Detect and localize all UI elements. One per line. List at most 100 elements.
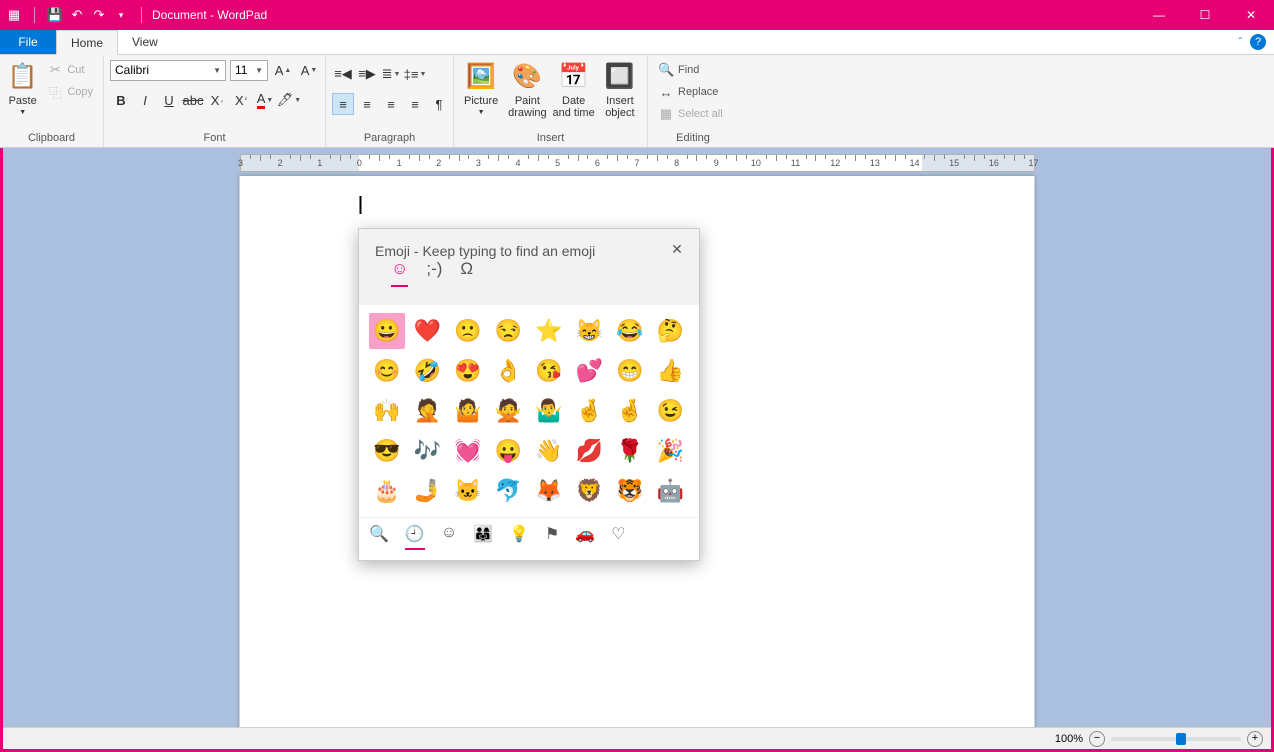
emoji-cell[interactable]: 🙌 [369,393,405,429]
emoji-cell[interactable]: 😁 [612,353,648,389]
line-spacing-button[interactable]: ‡≡▼ [404,63,426,85]
replace-button[interactable]: ↔Replace [654,81,722,103]
align-right-button[interactable]: ≡ [380,93,402,115]
grow-font-button[interactable]: A▲ [272,59,294,81]
emoji-category[interactable]: ☺ [441,524,457,550]
paragraph-dialog-button[interactable]: ¶ [428,93,450,115]
emoji-cell[interactable]: 💕 [572,353,608,389]
emoji-cell[interactable]: 😀 [369,313,405,349]
picture-button[interactable]: 🖼️Picture▼ [460,59,502,117]
save-icon[interactable]: 💾 [47,7,63,23]
emoji-cell[interactable]: 😊 [369,353,405,389]
emoji-cell[interactable]: 🙁 [450,313,486,349]
emoji-cell[interactable]: 🦁 [572,473,608,509]
underline-button[interactable]: U [158,89,180,111]
emoji-category[interactable]: 🕘 [405,524,425,550]
emoji-cell[interactable]: ⭐ [531,313,567,349]
shrink-font-button[interactable]: A▼ [298,59,320,81]
undo-icon[interactable]: ↶ [69,7,85,23]
italic-button[interactable]: I [134,89,156,111]
copy-button[interactable]: ⿻Copy [43,81,97,103]
emoji-cell[interactable]: 😛 [491,433,527,469]
collapse-ribbon-icon[interactable]: ˆ [1239,37,1242,48]
qat-dropdown-icon[interactable]: ▾ [113,7,129,23]
emoji-cell[interactable]: 🐯 [612,473,648,509]
superscript-button[interactable]: X² [230,89,252,111]
align-left-button[interactable]: ≡ [332,93,354,115]
title-bar: ▦ 💾 ↶ ↷ ▾ Document - WordPad — ☐ ✕ [0,0,1274,30]
align-center-button[interactable]: ≡ [356,93,378,115]
emoji-tab-emoji[interactable]: ☺ [391,259,408,287]
text-color-button[interactable]: A▼ [254,89,276,111]
decrease-indent-button[interactable]: ≡◀ [332,63,354,85]
emoji-category[interactable]: 👨‍👩‍👧 [473,524,493,550]
emoji-category[interactable]: ♡ [611,524,625,550]
close-button[interactable]: ✕ [1228,0,1274,30]
subscript-button[interactable]: X₂ [206,89,228,111]
font-size-combo[interactable]: 11▼ [230,60,268,81]
insert-object-button[interactable]: 🔲Insert object [599,59,641,119]
redo-icon[interactable]: ↷ [91,7,107,23]
emoji-tab-symbols[interactable]: Ω [460,259,473,287]
strikethrough-button[interactable]: abc [182,89,204,111]
emoji-cell[interactable]: 🌹 [612,433,648,469]
emoji-cell[interactable]: 🤳 [410,473,446,509]
select-all-button[interactable]: ▦Select all [654,103,727,125]
ruler[interactable]: 32101234567891011121314151617 [240,154,1035,172]
emoji-cell[interactable]: 🙅 [491,393,527,429]
paste-button[interactable]: 📋 Paste ▼ [6,59,39,117]
emoji-cell[interactable]: 👌 [491,353,527,389]
emoji-cell[interactable]: 🦊 [531,473,567,509]
file-tab[interactable]: File [0,30,56,54]
emoji-cell[interactable]: 🤔 [653,313,689,349]
emoji-category[interactable]: 🚗 [575,524,595,550]
emoji-cell[interactable]: 🤞 [612,393,648,429]
font-name-combo[interactable]: Calibri▼ [110,60,226,81]
emoji-close-button[interactable]: ✕ [665,237,689,261]
emoji-cell[interactable]: 😍 [450,353,486,389]
emoji-cell[interactable]: 😂 [612,313,648,349]
emoji-cell[interactable]: 🤷‍♂️ [531,393,567,429]
emoji-cell[interactable]: 😸 [572,313,608,349]
emoji-cell[interactable]: 🎂 [369,473,405,509]
emoji-category[interactable]: 🔍 [369,524,389,550]
emoji-cell[interactable]: 😎 [369,433,405,469]
minimize-button[interactable]: — [1136,0,1182,30]
emoji-cell[interactable]: 🐬 [491,473,527,509]
emoji-cell[interactable]: 💋 [572,433,608,469]
emoji-category[interactable]: ⚑ [545,524,559,550]
bullets-button[interactable]: ≣▼ [380,63,402,85]
zoom-slider[interactable] [1111,737,1241,741]
bold-button[interactable]: B [110,89,132,111]
emoji-cell[interactable]: 😒 [491,313,527,349]
emoji-cell[interactable]: 🤖 [653,473,689,509]
emoji-cell[interactable]: 🤣 [410,353,446,389]
emoji-cell[interactable]: 👍 [653,353,689,389]
emoji-cell[interactable]: 😉 [653,393,689,429]
emoji-cell[interactable]: 🎶 [410,433,446,469]
emoji-cell[interactable]: 😘 [531,353,567,389]
cut-button[interactable]: ✂Cut [43,59,97,81]
zoom-in-button[interactable]: + [1247,731,1263,747]
paint-drawing-button[interactable]: 🎨Paint drawing [506,59,548,119]
view-tab[interactable]: View [118,30,172,54]
zoom-out-button[interactable]: − [1089,731,1105,747]
emoji-cell[interactable]: 🤷 [450,393,486,429]
emoji-cell[interactable]: 🤞 [572,393,608,429]
emoji-tab-kaomoji[interactable]: ;-) [426,259,442,287]
home-tab[interactable]: Home [56,30,118,55]
date-time-button[interactable]: 📅Date and time [553,59,595,119]
emoji-cell[interactable]: ❤️ [410,313,446,349]
emoji-cell[interactable]: 👋 [531,433,567,469]
emoji-category[interactable]: 💡 [509,524,529,550]
increase-indent-button[interactable]: ≡▶ [356,63,378,85]
highlight-button[interactable]: 🖊▼ [278,89,300,111]
justify-button[interactable]: ≡ [404,93,426,115]
emoji-cell[interactable]: 🎉 [653,433,689,469]
find-button[interactable]: 🔍Find [654,59,703,81]
maximize-button[interactable]: ☐ [1182,0,1228,30]
emoji-cell[interactable]: 🤦 [410,393,446,429]
help-icon[interactable]: ? [1250,34,1266,50]
emoji-cell[interactable]: 💓 [450,433,486,469]
emoji-cell[interactable]: 🐱 [450,473,486,509]
